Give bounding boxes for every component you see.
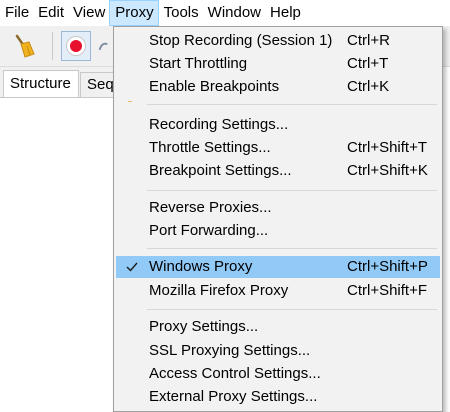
menu-bar: File Edit View Proxy Tools Window Help [0, 0, 450, 26]
menu-item-windows-proxy[interactable]: Windows Proxy Ctrl+Shift+P [116, 256, 440, 278]
tab-sequence[interactable]: Sequ [80, 72, 113, 97]
menu-item-shortcut: Ctrl+Shift+K [347, 162, 428, 179]
menu-item-shortcut: Ctrl+K [347, 78, 390, 95]
toolbar-separator [52, 32, 53, 60]
menu-item-label: Port Forwarding... [149, 222, 269, 239]
separator-mark [128, 101, 132, 102]
menu-help[interactable]: Help [265, 0, 305, 26]
record-icon [66, 36, 86, 56]
menu-item-label: Enable Breakpoints [149, 78, 280, 95]
menu-window[interactable]: Window [203, 0, 265, 26]
menu-edit[interactable]: Edit [33, 0, 68, 26]
menu-item-shortcut: Ctrl+Shift+P [347, 258, 428, 275]
menu-item-label: Windows Proxy [149, 258, 253, 275]
menu-item-shortcut: Ctrl+R [347, 32, 390, 49]
tab-structure[interactable]: Structure [3, 70, 79, 97]
menu-item-access-control-settings[interactable]: Access Control Settings... [116, 363, 440, 385]
menu-item-start-throttling[interactable]: Start Throttling Ctrl+T [116, 53, 440, 75]
menu-view[interactable]: View [68, 0, 109, 26]
menu-item-recording-settings[interactable]: Recording Settings... [116, 114, 440, 136]
menu-item-label: Start Throttling [149, 55, 248, 72]
menu-item-label: SSL Proxying Settings... [149, 342, 311, 359]
menu-separator [147, 248, 437, 249]
menu-item-external-proxy-settings[interactable]: External Proxy Settings... [116, 386, 440, 408]
throttle-button[interactable] [94, 31, 113, 61]
left-panel: Structure Sequ [0, 67, 113, 412]
menu-separator [147, 309, 437, 310]
check-icon [126, 262, 138, 272]
menu-item-label: Stop Recording (Session 1) [149, 32, 333, 49]
menu-item-shortcut: Ctrl+Shift+F [347, 282, 428, 299]
menu-item-label: Breakpoint Settings... [149, 162, 292, 179]
menu-item-shortcut: Ctrl+Shift+T [347, 139, 428, 156]
menu-separator [147, 190, 437, 191]
menu-tools[interactable]: Tools [159, 0, 203, 26]
proxy-menu: Stop Recording (Session 1) Ctrl+R Start … [113, 26, 443, 412]
menu-item-label: Reverse Proxies... [149, 199, 272, 216]
turtle-icon [98, 42, 108, 51]
menu-item-label: External Proxy Settings... [149, 388, 318, 405]
menu-item-reverse-proxies[interactable]: Reverse Proxies... [116, 197, 440, 219]
menu-item-label: Proxy Settings... [149, 318, 259, 335]
menu-proxy[interactable]: Proxy [109, 0, 159, 26]
menu-item-ssl-proxying-settings[interactable]: SSL Proxying Settings... [116, 340, 440, 362]
menu-item-label: Access Control Settings... [149, 365, 321, 382]
menu-item-label: Recording Settings... [149, 116, 289, 133]
menu-separator [147, 104, 437, 105]
menu-item-enable-breakpoints[interactable]: Enable Breakpoints Ctrl+K [116, 76, 440, 98]
menu-item-firefox-proxy[interactable]: Mozilla Firefox Proxy Ctrl+Shift+F [116, 280, 440, 302]
menu-item-shortcut: Ctrl+T [347, 55, 389, 72]
menu-item-label: Mozilla Firefox Proxy [149, 282, 289, 299]
record-button[interactable] [61, 31, 91, 61]
menu-item-label: Throttle Settings... [149, 139, 271, 156]
menu-item-stop-recording[interactable]: Stop Recording (Session 1) Ctrl+R [116, 30, 440, 52]
menu-file[interactable]: File [0, 0, 33, 26]
menu-item-proxy-settings[interactable]: Proxy Settings... [116, 316, 440, 338]
menu-item-port-forwarding[interactable]: Port Forwarding... [116, 220, 440, 242]
menu-item-breakpoint-settings[interactable]: Breakpoint Settings... Ctrl+Shift+K [116, 160, 440, 182]
menu-item-throttle-settings[interactable]: Throttle Settings... Ctrl+Shift+T [116, 137, 440, 159]
broom-icon [15, 34, 35, 58]
tab-strip: Structure Sequ [0, 67, 113, 98]
clear-button[interactable] [9, 31, 39, 61]
